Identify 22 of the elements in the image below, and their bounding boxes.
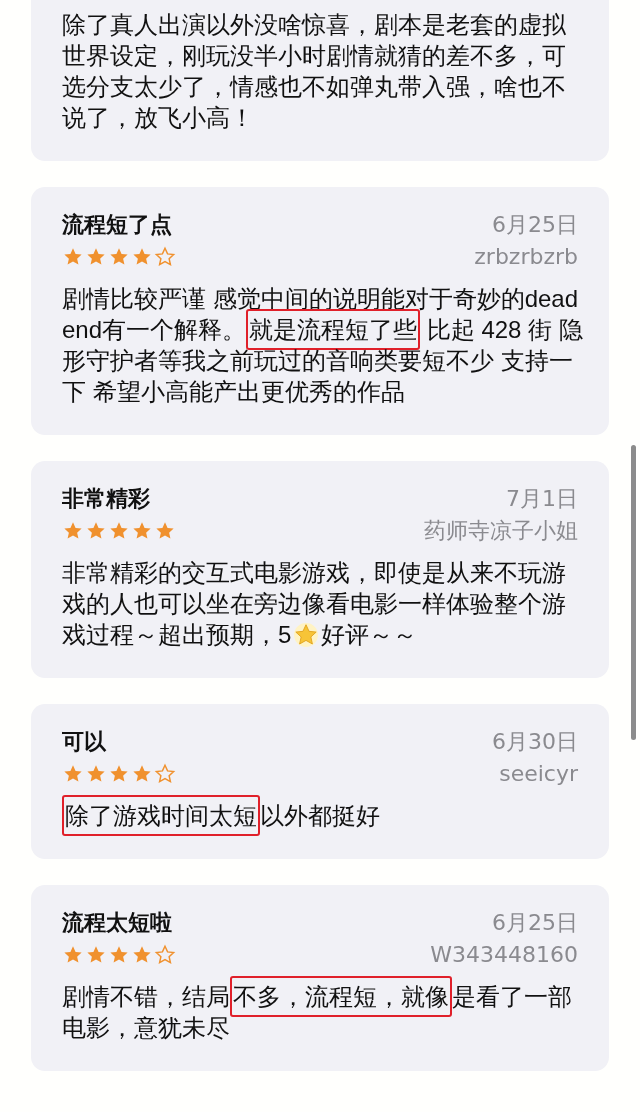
- highlight-box: 不多，流程短，就像: [230, 976, 452, 1017]
- review-date: 7月1日: [506, 485, 578, 513]
- glowing-star-icon: [293, 622, 320, 648]
- review-title: 流程短了点: [62, 211, 173, 239]
- reviewer-name: W343448160: [430, 941, 578, 969]
- empty-star-icon: [154, 246, 176, 268]
- review-date: 6月25日: [492, 909, 578, 937]
- highlight-box: 就是流程短了些: [246, 309, 421, 350]
- empty-star-icon: [154, 944, 176, 966]
- review-title: 非常精彩: [62, 485, 151, 513]
- review-date: 6月25日: [492, 211, 578, 239]
- reviewer-name: zrbzrbzrb: [474, 243, 578, 271]
- reviewer-name: 药师寺凉子小姐: [424, 517, 578, 545]
- highlight-box: 除了游戏时间太短: [62, 795, 260, 836]
- review-text: 剧情比较严谨 感觉中间的说明能对于奇妙的dead end有一个解释。就是流程短了些 比起 428 街 隐形守护者等我之前玩过的音响类要短不少 支持一下 希望小高能产出更优秀的作品: [62, 284, 584, 407]
- empty-star-icon: [154, 763, 176, 785]
- review-title: 可以: [62, 728, 107, 756]
- review-text: 非常精彩的交互式电影游戏，即使是从来不玩游戏的人也可以坐在旁边像看电影一样体验整个游戏过程～超出预期，5 好评～～: [62, 558, 567, 650]
- review-date: 6月30日: [492, 728, 578, 756]
- review-text: 除了真人出演以外没啥惊喜，剧本是老套的虚拟世界设定，刚玩没半小时剧情就猜的差不多，可选分支太少了，情感也不如弹丸带入强，啥也不说了，放飞小高！: [62, 10, 567, 133]
- review-title: 流程太短啦: [62, 909, 173, 937]
- reviewer-name: seeicyr: [499, 760, 578, 788]
